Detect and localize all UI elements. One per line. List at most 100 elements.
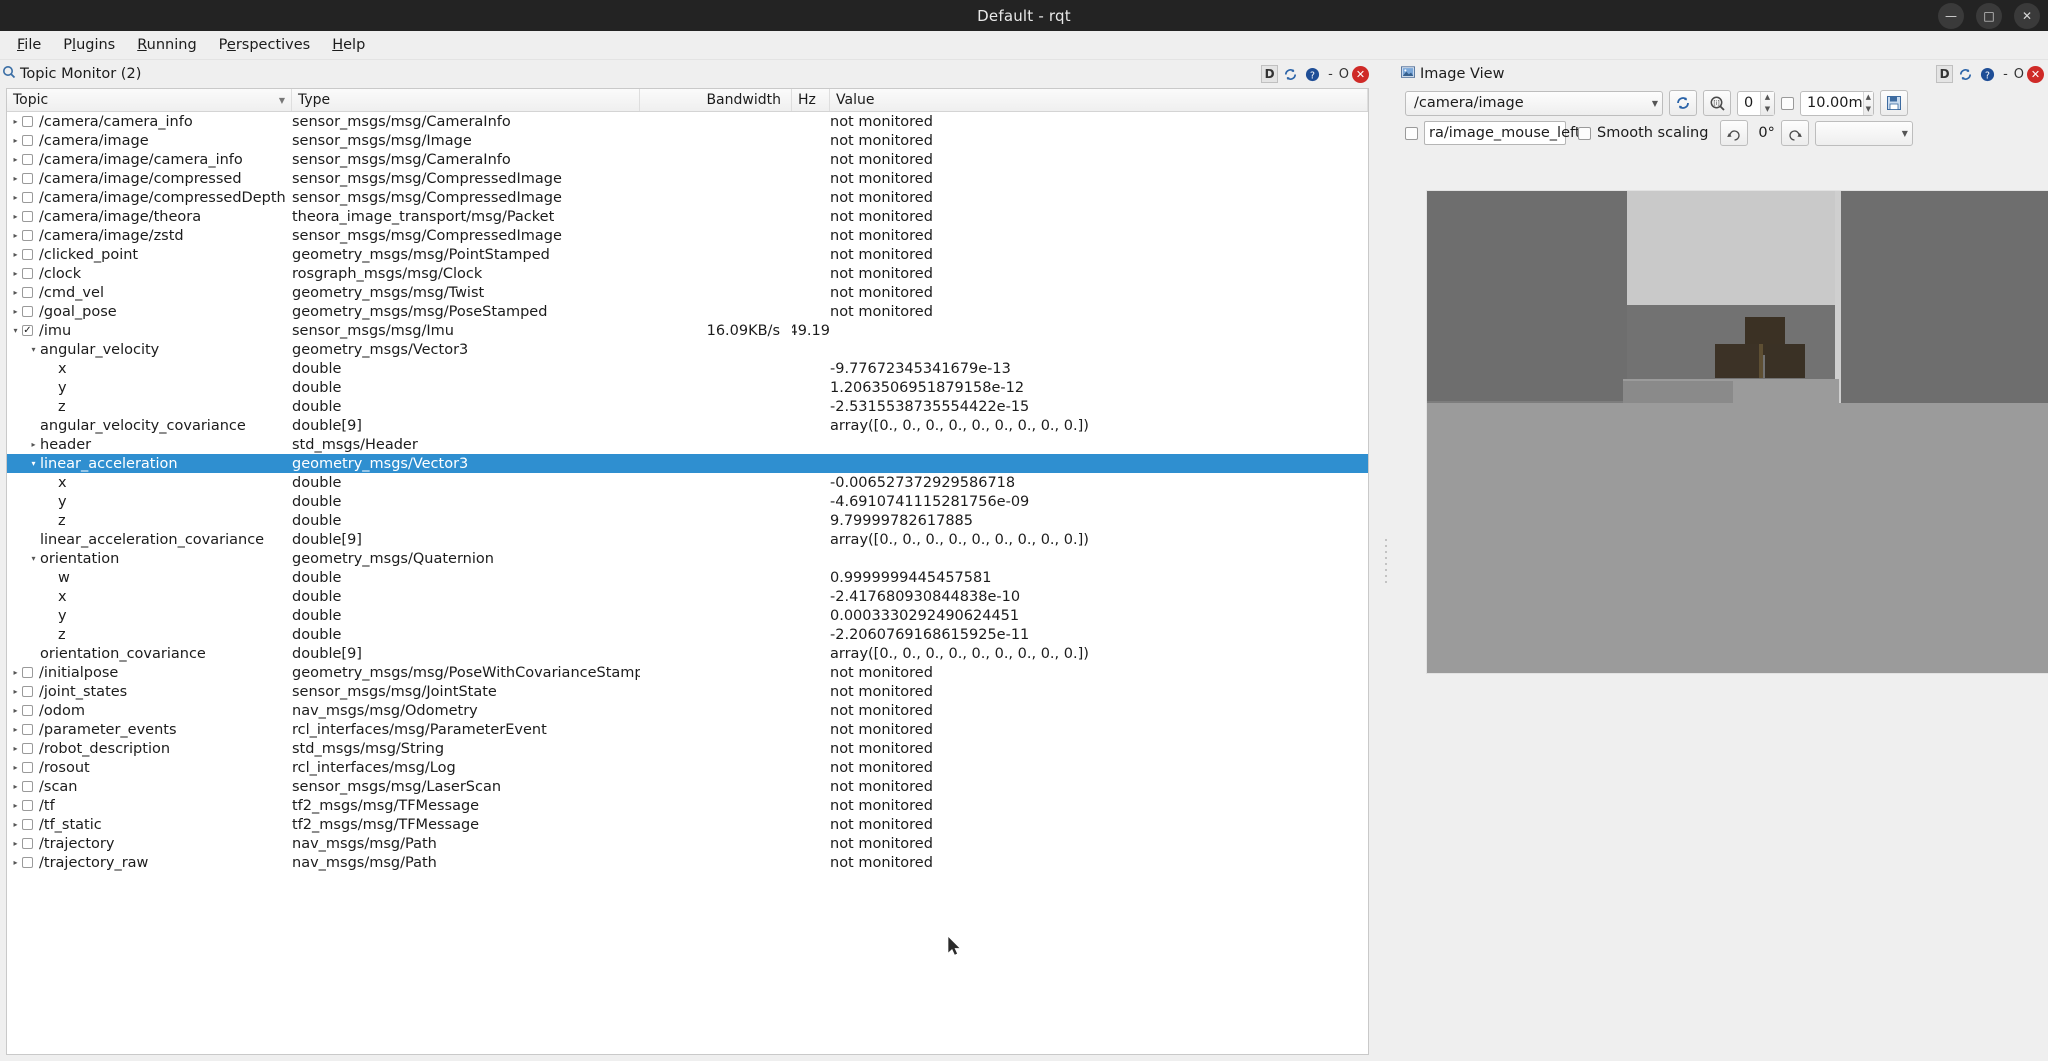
chevron-right-icon[interactable]: ▸ bbox=[9, 801, 22, 810]
chevron-right-icon[interactable]: ▸ bbox=[9, 212, 22, 221]
table-row[interactable]: ▸ /tf tf2_msgs/msg/TFMessage not monitored bbox=[7, 796, 1368, 815]
refresh-topics-button[interactable] bbox=[1669, 90, 1697, 116]
table-row[interactable]: ▸ /camera/image/zstd sensor_msgs/msg/Compr… bbox=[7, 226, 1368, 245]
table-row[interactable]: ▸ /joint_states sensor_msgs/msg/JointState… bbox=[7, 682, 1368, 701]
smooth-scaling-checkbox[interactable] bbox=[1578, 126, 1591, 140]
reload-icon[interactable] bbox=[1956, 65, 1975, 84]
table-row[interactable]: ▾ orientation geometry_msgs/Quaternion bbox=[7, 549, 1368, 568]
topic-checkbox[interactable] bbox=[22, 686, 33, 697]
topic-checkbox[interactable] bbox=[22, 781, 33, 792]
chevron-right-icon[interactable]: ▸ bbox=[9, 193, 22, 202]
table-row[interactable]: ▸ /cmd_vel geometry_msgs/msg/Twist not moni… bbox=[7, 283, 1368, 302]
image-extra-combo[interactable]: ▼ bbox=[1814, 120, 1913, 146]
topic-checkbox[interactable] bbox=[22, 249, 33, 260]
topic-checkbox[interactable] bbox=[22, 306, 33, 317]
table-row[interactable]: ▾ /imu sensor_msgs/msg/Imu 16.09KB/s 49.19 bbox=[7, 321, 1368, 340]
table-row[interactable]: ▸ /robot_description std_msgs/msg/String no… bbox=[7, 739, 1368, 758]
chevron-right-icon[interactable]: ▸ bbox=[9, 687, 22, 696]
chevron-right-icon[interactable]: ▸ bbox=[9, 820, 22, 829]
menu-plugins[interactable]: Plugins bbox=[54, 34, 124, 56]
topic-checkbox[interactable] bbox=[22, 325, 33, 336]
table-row[interactable]: ▾ angular_velocity geometry_msgs/Vector3 bbox=[7, 340, 1368, 359]
table-row[interactable]: ▸ /clock rosgraph_msgs/msg/Clock not monito… bbox=[7, 264, 1368, 283]
chevron-right-icon[interactable]: ▸ bbox=[9, 136, 22, 145]
chevron-right-icon[interactable]: ▸ bbox=[9, 307, 22, 316]
table-row[interactable]: ▸ header std_msgs/Header bbox=[7, 435, 1368, 454]
table-row[interactable]: linear_acceleration_covariance double[9] a… bbox=[7, 530, 1368, 549]
mouse-publish-checkbox[interactable] bbox=[1405, 126, 1418, 140]
dynamic-range-checkbox[interactable] bbox=[1781, 96, 1794, 110]
menu-help[interactable]: Help bbox=[323, 34, 374, 56]
table-row[interactable]: x double -2.417680930844838e-10 bbox=[7, 587, 1368, 606]
chevron-right-icon[interactable]: ▸ bbox=[9, 782, 22, 791]
dock-float-button[interactable]: O bbox=[1339, 67, 1349, 82]
zoom-fit-button[interactable]: [i] bbox=[1703, 90, 1731, 116]
chevron-down-icon[interactable]: ▾ bbox=[27, 554, 40, 563]
dock-minimize-button[interactable]: - bbox=[1325, 67, 1336, 82]
topic-checkbox[interactable] bbox=[22, 705, 33, 716]
topic-checkbox[interactable] bbox=[22, 838, 33, 849]
topic-checkbox[interactable] bbox=[22, 743, 33, 754]
table-row[interactable]: y double 1.2063506951879158e-12 bbox=[7, 378, 1368, 397]
save-image-button[interactable] bbox=[1880, 90, 1908, 116]
table-row[interactable]: z double 9.79999782617885 bbox=[7, 511, 1368, 530]
dock-close-icon[interactable]: ✕ bbox=[2027, 65, 2044, 83]
column-header-hz[interactable]: Hz bbox=[792, 89, 830, 111]
pane-splitter[interactable] bbox=[1373, 60, 1399, 1061]
table-row[interactable]: orientation_covariance double[9] array([0.… bbox=[7, 644, 1368, 663]
column-header-bandwidth[interactable]: Bandwidth bbox=[640, 89, 792, 111]
chevron-right-icon[interactable]: ▸ bbox=[9, 725, 22, 734]
rotate-left-button[interactable] bbox=[1720, 120, 1749, 146]
table-row[interactable]: ▸ /trajectory nav_msgs/msg/Path not monitor… bbox=[7, 834, 1368, 853]
table-row[interactable]: x double -9.77672345341679e-13 bbox=[7, 359, 1368, 378]
chevron-right-icon[interactable]: ▸ bbox=[9, 174, 22, 183]
table-row[interactable]: y double 0.0003330292490624451 bbox=[7, 606, 1368, 625]
chevron-down-icon[interactable]: ▾ bbox=[27, 459, 40, 468]
topic-checkbox[interactable] bbox=[22, 667, 33, 678]
chevron-right-icon[interactable]: ▸ bbox=[9, 269, 22, 278]
close-icon[interactable]: ✕ bbox=[2014, 2, 2040, 29]
chevron-down-icon[interactable]: ▾ bbox=[27, 345, 40, 354]
column-header-topic[interactable]: Topic ▼ bbox=[7, 89, 292, 111]
table-row[interactable]: ▸ /rosout rcl_interfaces/msg/Log not monito… bbox=[7, 758, 1368, 777]
table-row[interactable]: ▸ /odom nav_msgs/msg/Odometry not monitored bbox=[7, 701, 1368, 720]
table-row[interactable]: ▸ /camera/image/compressedDepth sensor_msg… bbox=[7, 188, 1368, 207]
table-row[interactable]: ▸ /parameter_events rcl_interfaces/msg/Par… bbox=[7, 720, 1368, 739]
max-range-spinbox[interactable]: 10.00m ▲ ▼ bbox=[1800, 90, 1874, 116]
table-row[interactable]: w double 0.9999999445457581 bbox=[7, 568, 1368, 587]
image-index-spinbox[interactable]: 0 ▲ ▼ bbox=[1737, 90, 1775, 116]
table-row[interactable]: ▸ /camera/image/camera_info sensor_msgs/ms… bbox=[7, 150, 1368, 169]
topic-checkbox[interactable] bbox=[22, 268, 33, 279]
dock-d-button[interactable]: D bbox=[1261, 65, 1279, 83]
chevron-down-icon[interactable]: ▾ bbox=[9, 326, 22, 335]
table-row[interactable]: angular_velocity_covariance double[9] arra… bbox=[7, 416, 1368, 435]
menu-running[interactable]: Running bbox=[128, 34, 205, 56]
table-row[interactable]: ▸ /tf_static tf2_msgs/msg/TFMessage not mon… bbox=[7, 815, 1368, 834]
chevron-right-icon[interactable]: ▸ bbox=[9, 668, 22, 677]
chevron-right-icon[interactable]: ▸ bbox=[27, 440, 40, 449]
chevron-right-icon[interactable]: ▸ bbox=[9, 288, 22, 297]
minimize-icon[interactable]: — bbox=[1938, 2, 1964, 29]
dock-close-icon[interactable]: ✕ bbox=[1352, 65, 1369, 83]
dock-d-button[interactable]: D bbox=[1936, 65, 1954, 83]
topic-checkbox[interactable] bbox=[22, 154, 33, 165]
spin-up-icon[interactable]: ▲ bbox=[1864, 92, 1873, 104]
spin-down-icon[interactable]: ▼ bbox=[1761, 103, 1774, 115]
spin-down-icon[interactable]: ▼ bbox=[1864, 103, 1873, 115]
table-row[interactable]: z double -2.5315538735554422e-15 bbox=[7, 397, 1368, 416]
maximize-icon[interactable]: □ bbox=[1976, 2, 2002, 29]
topic-checkbox[interactable] bbox=[22, 135, 33, 146]
dock-float-button[interactable]: O bbox=[2014, 67, 2024, 82]
table-row[interactable]: ▸ /goal_pose geometry_msgs/msg/PoseStamped… bbox=[7, 302, 1368, 321]
table-row[interactable]: ▸ /clicked_point geometry_msgs/msg/PointSt… bbox=[7, 245, 1368, 264]
topic-checkbox[interactable] bbox=[22, 819, 33, 830]
chevron-right-icon[interactable]: ▸ bbox=[9, 839, 22, 848]
mouse-publish-topic-input[interactable]: ra/image_mouse_left bbox=[1424, 121, 1581, 145]
reload-icon[interactable] bbox=[1281, 65, 1300, 84]
menu-perspectives[interactable]: Perspectives bbox=[210, 34, 320, 56]
image-view-canvas[interactable] bbox=[1399, 148, 2048, 1061]
column-header-type[interactable]: Type bbox=[292, 89, 640, 111]
chevron-right-icon[interactable]: ▸ bbox=[9, 763, 22, 772]
topic-checkbox[interactable] bbox=[22, 800, 33, 811]
table-row[interactable]: y double -4.6910741115281756e-09 bbox=[7, 492, 1368, 511]
